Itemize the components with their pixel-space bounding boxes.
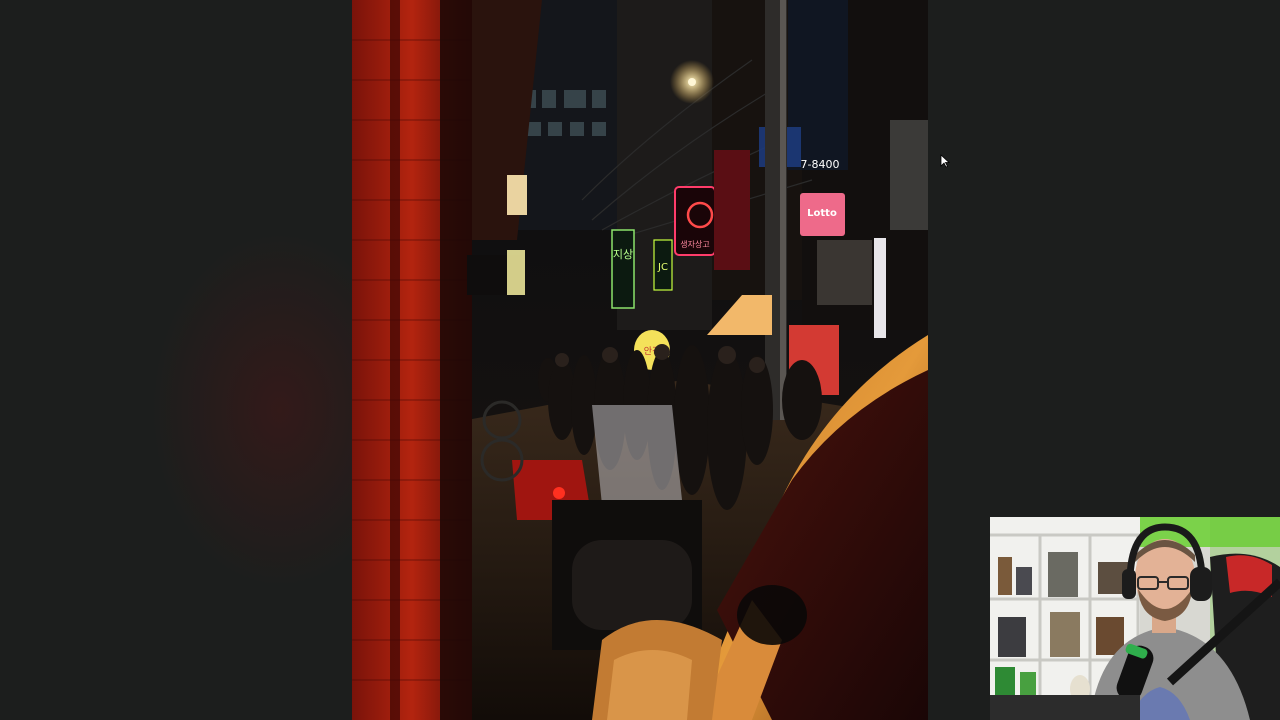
sign-korean-green: 지상 (613, 248, 633, 261)
sign-phone-number: 7-8400 (801, 158, 840, 171)
sign-lotto: Lotto (807, 208, 837, 219)
webcam-person-icon (990, 517, 1280, 720)
webcam-overlay (990, 517, 1280, 720)
mouse-pointer-icon (940, 153, 951, 168)
sign-neon-red-caption: 생자상고 (680, 239, 709, 249)
street-photo: 지상 JC 생자상고 Lotto 7-8400 안경 (352, 0, 928, 720)
screen: 지상 JC 생자상고 Lotto 7-8400 안경 (0, 0, 1280, 720)
svg-text:JC: JC (657, 262, 668, 273)
